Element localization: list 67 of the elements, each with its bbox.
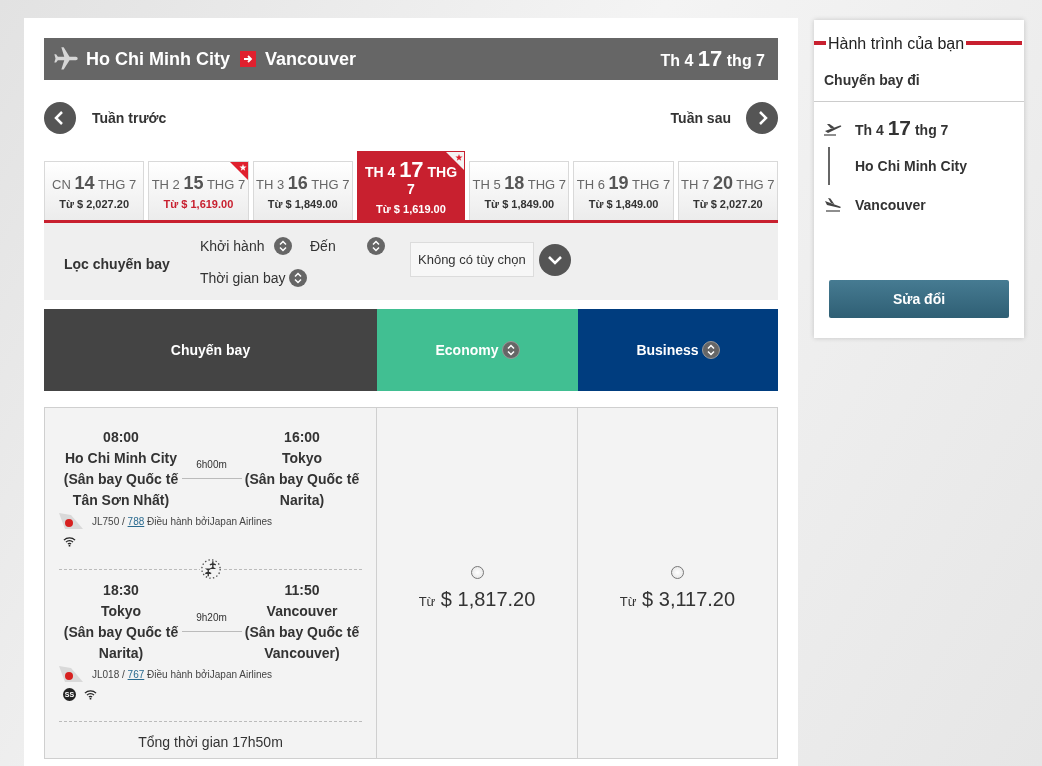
- date-tab[interactable]: CN 14 THG 7 Từ $ 2,027.20: [44, 161, 145, 220]
- flight-duration: 9h20m: [196, 612, 227, 624]
- wifi-icon: [84, 689, 97, 700]
- date-tab[interactable]: TH 6 19 THG 7 Từ $ 1,849.00: [573, 161, 674, 220]
- flight-duration: 6h00m: [196, 459, 227, 471]
- airline-tail-icon: [59, 513, 83, 529]
- flight-info: JL750 / 788 Điều hành bởiJapan Airlines: [92, 515, 273, 527]
- column-header: Chuyến bay: [44, 309, 377, 391]
- star-badge-icon: [229, 162, 248, 180]
- departure-city: Ho Chi Minh City: [65, 449, 177, 468]
- filter-label: Lọc chuyến bay: [64, 255, 171, 272]
- sort-option[interactable]: Khởi hành: [200, 234, 310, 257]
- departure-time: 18:30: [103, 581, 139, 600]
- panel-title: Hành trình của bạn: [828, 34, 965, 54]
- arrival-airport: (Sân bay Quốc tế Vancouver): [243, 623, 361, 663]
- sort-icon: [367, 236, 385, 255]
- departure-airport: (Sân bay Quốc tế Tân Sơn Nhất): [62, 470, 180, 510]
- arrival-time: 11:50: [284, 581, 320, 600]
- origin-city: Ho Chi Minh City: [855, 157, 968, 175]
- route-line: [828, 147, 830, 185]
- chevron-left-icon: [44, 102, 76, 134]
- total-duration: Tổng thời gian 17h50m: [137, 734, 284, 751]
- origin-city: Ho Chi Minh City: [86, 48, 230, 70]
- date-tab[interactable]: TH 7 20 THG 7 Từ $ 2,027.20: [677, 161, 778, 220]
- next-week-button[interactable]: Tuần sau: [670, 102, 778, 134]
- date-tab[interactable]: TH 3 16 THG 7 Từ $ 1,849.00: [252, 161, 353, 220]
- departure-city: Tokyo: [100, 602, 142, 621]
- aircraft-link[interactable]: 788: [127, 515, 145, 527]
- departure-date: Th 4 17 thg 7: [855, 117, 950, 141]
- destination-city: Vancouver: [855, 196, 927, 214]
- aircraft-link[interactable]: 767: [127, 668, 145, 680]
- dropdown-toggle-button[interactable]: [538, 243, 571, 276]
- date-tab[interactable]: TH 2 15 THG 7 Từ $ 1,619.00: [148, 161, 249, 220]
- fare-price: Từ $ 3,117.20: [619, 587, 736, 611]
- flight-info: JL018 / 767 Điều hành bởiJapan Airlines: [92, 668, 273, 680]
- arrival-city: Tokyo: [281, 449, 323, 468]
- wifi-icon: [63, 536, 76, 547]
- arrival-airport: (Sân bay Quốc tế Narita): [243, 470, 361, 510]
- date-tab[interactable]: TH 4 17 THG 7 Từ $ 1,619.00: [356, 151, 466, 220]
- departure-airport: (Sân bay Quốc tế Narita): [62, 623, 180, 663]
- sort-icon: [701, 341, 720, 359]
- sort-option[interactable]: Thời gian bay: [200, 266, 386, 289]
- sort-icon: [289, 268, 308, 287]
- previous-week-button[interactable]: Tuần trước: [44, 102, 167, 134]
- fare-radio[interactable]: [671, 565, 684, 579]
- sort-icon: [501, 341, 520, 359]
- departure-time: 08:00: [103, 428, 139, 447]
- date-tab[interactable]: TH 5 18 THG 7 Từ $ 1,849.00: [469, 161, 570, 220]
- panel-subtitle: Chuyến bay đi: [824, 72, 920, 88]
- sort-option[interactable]: Đến: [310, 234, 386, 257]
- arrival-city: Vancouver: [266, 602, 338, 621]
- chevron-down-icon: [538, 243, 571, 276]
- destination-city: Vancouver: [265, 48, 357, 70]
- flight-date: Th 4 17 thg 7: [660, 46, 765, 72]
- arrival-time: 16:00: [284, 428, 320, 447]
- plane-icon: [52, 45, 80, 73]
- options-dropdown[interactable]: Không có tùy chọn: [410, 242, 534, 277]
- landing-icon: [823, 198, 843, 212]
- chevron-right-icon: [746, 102, 778, 134]
- fare-price: Từ $ 1,817.20: [418, 587, 536, 611]
- airline-tail-icon: [59, 666, 83, 682]
- edit-button[interactable]: Sửa đổi: [829, 280, 1009, 318]
- sort-icon: [274, 236, 293, 255]
- fare-radio[interactable]: [470, 565, 484, 579]
- arrow-right-icon: [240, 51, 256, 67]
- column-header[interactable]: Business: [578, 309, 778, 391]
- takeoff-icon: [823, 122, 843, 136]
